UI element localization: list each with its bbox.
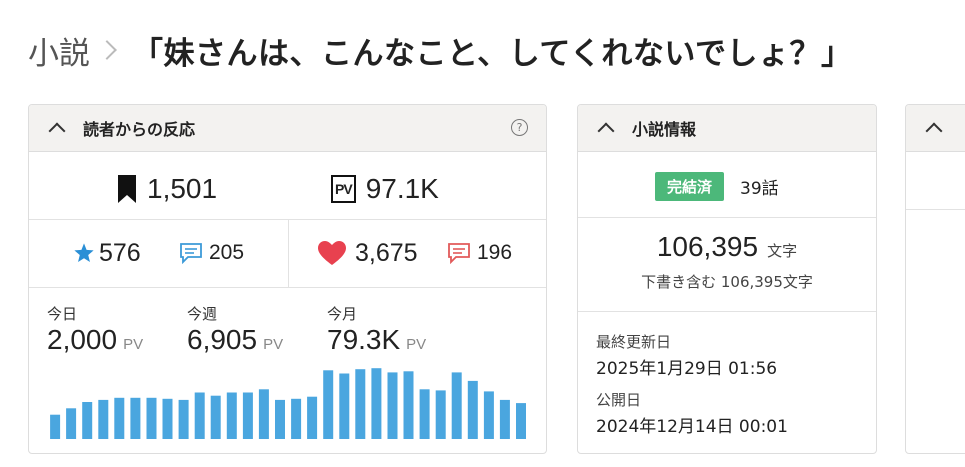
published-value: 2024年12月14日 00:01 <box>596 417 788 437</box>
star-count: 576 <box>99 238 141 267</box>
chevron-up-icon[interactable] <box>48 122 66 140</box>
divider <box>578 217 876 218</box>
pv-today-label: 今日 <box>47 305 78 323</box>
pv-bar <box>323 370 334 439</box>
chevron-right-icon <box>97 40 117 60</box>
divider <box>288 219 289 287</box>
pv-bar <box>435 390 446 439</box>
pv-bar <box>114 397 125 439</box>
pv-today-value: 2,000 <box>47 324 118 355</box>
draft-note: 下書き含む 106,395文字 <box>641 273 813 291</box>
heart-count: 3,675 <box>355 238 418 267</box>
pv-bar <box>258 389 269 439</box>
daily-pv-bar-chart <box>50 368 526 439</box>
pv-bar <box>403 371 414 439</box>
pv-bar <box>275 399 285 439</box>
pv-unit: PV <box>123 336 144 353</box>
pv-bar <box>210 395 221 439</box>
star-icon <box>74 243 94 262</box>
novel-info-card: 小説情報 完結済 39話 106,395 文字 下書き含む 106,395文字 … <box>577 104 877 454</box>
pv-bar <box>467 380 478 439</box>
pv-bar <box>226 392 237 439</box>
status-badge: 完結済 <box>655 172 725 201</box>
pv-icon: PV <box>331 175 356 203</box>
pv-unit: PV <box>263 336 284 353</box>
pv-month-label: 今月 <box>327 305 358 323</box>
star-comment-count: 205 <box>209 241 245 264</box>
novel-info-card-header[interactable]: 小説情報 <box>578 105 876 152</box>
third-card <box>905 104 965 454</box>
help-icon[interactable]: ? <box>511 119 528 136</box>
pv-bar <box>371 368 382 439</box>
updated-label: 最終更新日 <box>596 333 672 351</box>
bookmark-icon <box>118 175 136 203</box>
pv-bar <box>82 402 93 439</box>
pv-bar <box>339 373 350 439</box>
char-count-block: 106,395 文字 <box>578 231 876 263</box>
reactions-card-header[interactable]: 読者からの反応 ? <box>29 105 546 152</box>
char-unit: 文字 <box>767 242 798 260</box>
divider <box>578 311 876 312</box>
pv-bar <box>66 408 77 439</box>
third-card-header[interactable] <box>906 105 965 152</box>
comment-icon <box>448 243 470 264</box>
pv-bar <box>419 389 430 439</box>
pv-bar <box>483 391 494 439</box>
novel-info-card-title: 小説情報 <box>632 120 697 139</box>
pv-bar <box>499 399 510 439</box>
pv-week-value: 6,905 <box>187 324 258 355</box>
page-title: 「妹さんは、こんなこと、してくれないでしょ？」 <box>132 35 853 72</box>
divider <box>906 209 965 210</box>
chevron-up-icon[interactable] <box>925 122 943 140</box>
pv-bar <box>307 396 318 439</box>
breadcrumb-novel-link[interactable]: 小説 <box>28 28 90 73</box>
pv-bar <box>98 399 109 439</box>
heart-comment-count: 196 <box>477 241 513 264</box>
char-count: 106,395 <box>656 231 759 262</box>
pv-bar <box>130 397 141 439</box>
pv-bar <box>387 372 398 439</box>
pv-bar <box>242 392 253 439</box>
star-stat: 576 <box>73 237 141 269</box>
divider <box>29 287 546 288</box>
heart-icon <box>318 241 346 265</box>
heart-comment-stat: 196 <box>447 237 512 269</box>
pv-month-value: 79.3K <box>327 324 401 355</box>
pv-bar <box>451 372 462 439</box>
pv-bar <box>194 392 205 439</box>
pv-unit: PV <box>406 336 427 353</box>
updated-value: 2025年1月29日 01:56 <box>596 359 778 379</box>
bookmark-count: 1,501 <box>147 173 218 204</box>
pv-month: 今月 79.3K PV <box>327 303 426 356</box>
pv-bar <box>178 399 189 439</box>
pv-bar <box>146 397 157 439</box>
pv-week: 今週 6,905 PV <box>187 303 283 356</box>
status-row: 完結済 39話 <box>655 172 779 201</box>
pv-today: 今日 2,000 PV <box>47 303 143 356</box>
bookmark-stat: 1,501 <box>117 171 217 207</box>
pv-bar <box>162 398 173 439</box>
pv-total-count: 97.1K <box>365 173 439 204</box>
chevron-up-icon[interactable] <box>597 122 615 140</box>
pv-bar <box>291 398 302 439</box>
reactions-card-title: 読者からの反応 <box>83 120 196 139</box>
pv-bar <box>516 403 526 439</box>
reactions-card: 読者からの反応 ? 1,501 PV 97.1K 576 205 3,675 1… <box>28 104 547 454</box>
pv-total-stat: PV 97.1K <box>331 171 439 207</box>
pv-week-label: 今週 <box>187 305 218 323</box>
pv-bar <box>50 414 61 439</box>
heart-stat: 3,675 <box>317 237 418 269</box>
comment-icon <box>180 243 202 264</box>
breadcrumb: 小説 「妹さんは、こんなこと、してくれないでしょ？」 <box>28 28 852 72</box>
pv-bar <box>355 369 366 439</box>
star-comment-stat: 205 <box>179 237 244 269</box>
published-label: 公開日 <box>596 391 642 409</box>
episode-count: 39話 <box>740 179 779 199</box>
